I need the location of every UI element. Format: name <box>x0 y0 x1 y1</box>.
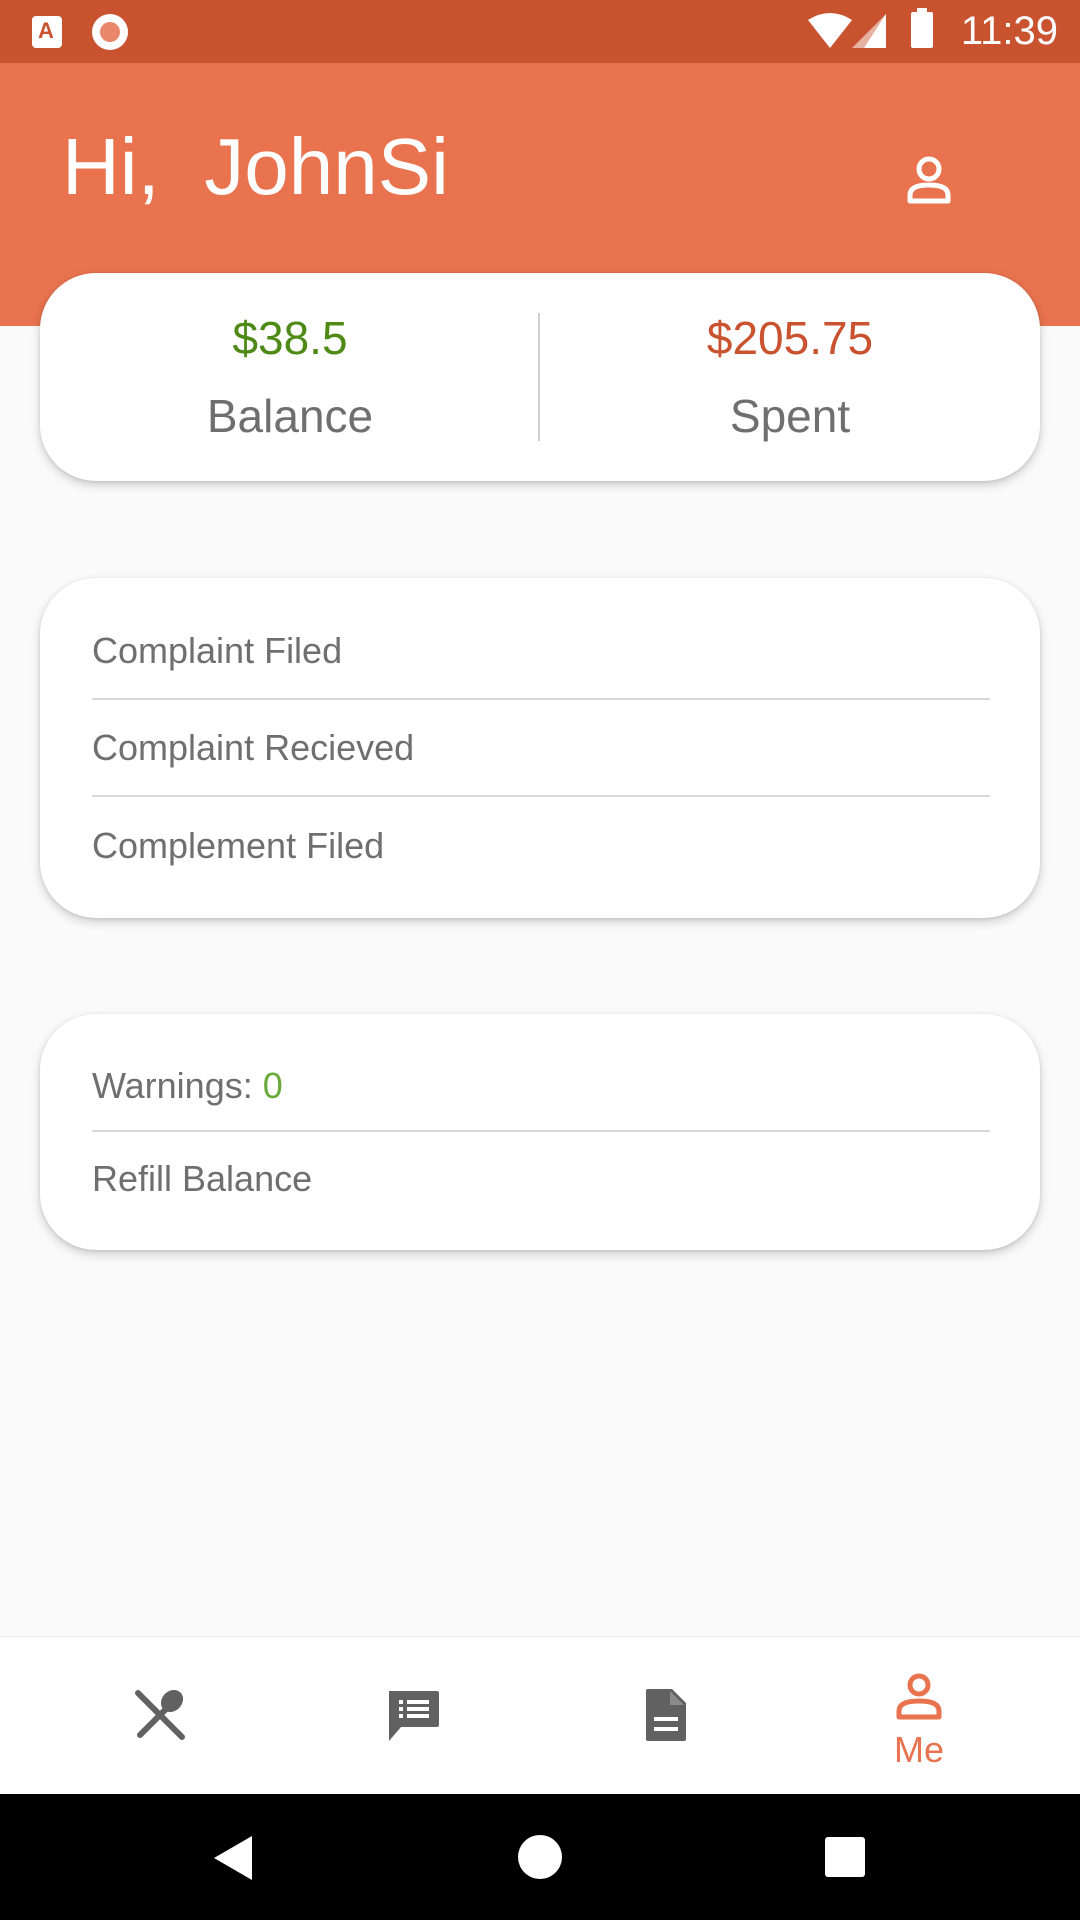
warnings-count: 0 <box>262 1065 283 1106</box>
person-outline-icon <box>907 156 951 204</box>
account-card: Warnings: 0 Refill Balance <box>40 1014 1040 1250</box>
balance-label: Balance <box>206 390 374 442</box>
fork-spoon-icon <box>135 1689 185 1740</box>
spent-amount: $205.75 <box>706 312 874 364</box>
reports-card: Complaint Filed Complaint Recieved Compl… <box>40 578 1040 918</box>
app-badge-letter: A <box>38 18 54 43</box>
person-outline-icon <box>896 1673 942 1720</box>
refill-balance-item[interactable]: Refill Balance <box>92 1159 990 1199</box>
nav-tab-messages[interactable] <box>313 1637 513 1795</box>
greeting-title: Hi, JohnSi <box>62 122 449 211</box>
home-icon[interactable] <box>517 1834 563 1880</box>
record-icon <box>92 14 128 50</box>
balance-amount: $38.5 <box>232 312 348 364</box>
complaint-received-item[interactable]: Complaint Recieved <box>92 728 990 768</box>
divider <box>92 795 990 797</box>
wifi-icon <box>808 13 852 48</box>
spent-label: Spent <box>729 390 851 442</box>
profile-button[interactable] <box>888 141 970 223</box>
divider <box>92 1130 990 1132</box>
complaint-filed-item[interactable]: Complaint Filed <box>92 631 990 671</box>
chat-list-icon <box>389 1691 439 1741</box>
divider <box>92 698 990 700</box>
warnings-label: Warnings: <box>92 1065 253 1106</box>
nav-tab-documents[interactable] <box>566 1637 766 1795</box>
balance-summary-card: $38.5 Balance $205.75 Spent <box>40 273 1040 481</box>
status-bar: A 11:39 <box>0 0 1080 63</box>
balance-stat[interactable]: $38.5 Balance <box>40 273 540 481</box>
complement-filed-item[interactable]: Complement Filed <box>92 826 990 866</box>
nav-tab-me[interactable]: Me <box>819 1637 1019 1795</box>
bottom-navigation: Me <box>0 1636 1080 1795</box>
recents-icon[interactable] <box>824 1836 866 1878</box>
back-icon[interactable] <box>212 1834 256 1882</box>
document-icon <box>646 1689 686 1741</box>
battery-icon <box>911 8 933 48</box>
app-a-icon: A <box>32 16 62 48</box>
nav-tab-menu[interactable] <box>60 1637 260 1795</box>
status-clock: 11:39 <box>960 9 1058 53</box>
warnings-item[interactable]: Warnings: 0 <box>92 1066 990 1106</box>
nav-tab-me-label: Me <box>893 1729 944 1770</box>
system-navigation-bar <box>0 1794 1080 1920</box>
spent-stat[interactable]: $205.75 Spent <box>540 273 1040 481</box>
